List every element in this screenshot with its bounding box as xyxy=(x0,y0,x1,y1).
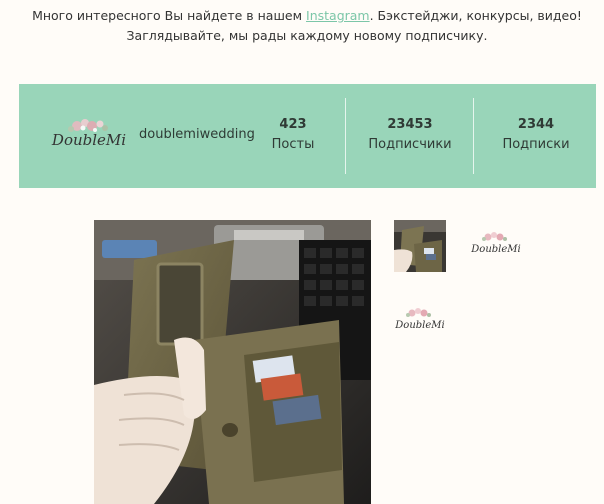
stat-posts[interactable]: 423 Посты xyxy=(265,116,321,156)
instagram-profile-bar: DoubleMi doublemiwedding 423 Посты 23453… xyxy=(19,84,596,188)
stat-following-label: Подписки xyxy=(502,137,570,152)
featured-photo-wallet[interactable] xyxy=(94,220,371,504)
intro-line-1: Много интересного Вы найдете в нашем Ins… xyxy=(0,6,604,26)
stat-followers-value: 23453 xyxy=(387,117,433,132)
thumbnail-logo-text: DoubleMi xyxy=(394,320,444,331)
intro-text: Много интересного Вы найдете в нашем Ins… xyxy=(0,6,604,46)
thumbnail-logo-text: DoubleMi xyxy=(470,244,520,255)
logo-text: DoubleMi xyxy=(51,131,126,149)
profile-username[interactable]: doublemiwedding xyxy=(139,127,255,142)
instagram-link[interactable]: Instagram xyxy=(306,8,370,23)
thumbnail-logo-2[interactable]: DoubleMi xyxy=(390,304,450,336)
stat-following[interactable]: 2344 Подписки xyxy=(499,116,573,156)
thumbnail-wallet[interactable] xyxy=(394,220,446,272)
intro-line-2: Заглядывайте, мы рады каждому новому под… xyxy=(126,28,488,43)
doublemi-logo[interactable]: DoubleMi xyxy=(47,112,131,158)
stat-divider xyxy=(345,98,346,174)
intro-line-1-start: Много интересного Вы найдете в нашем xyxy=(32,8,307,23)
stat-posts-label: Посты xyxy=(271,137,315,152)
thumbnail-logo-1[interactable]: DoubleMi xyxy=(466,228,526,260)
stat-following-value: 2344 xyxy=(517,117,555,132)
intro-line-1-end: . Бэкстейджи, конкурсы, видео! xyxy=(369,8,582,23)
stat-posts-value: 423 xyxy=(279,117,307,132)
stat-divider xyxy=(473,98,474,174)
stat-followers[interactable]: 23453 Подписчики xyxy=(365,116,455,156)
stat-followers-label: Подписчики xyxy=(368,137,452,152)
